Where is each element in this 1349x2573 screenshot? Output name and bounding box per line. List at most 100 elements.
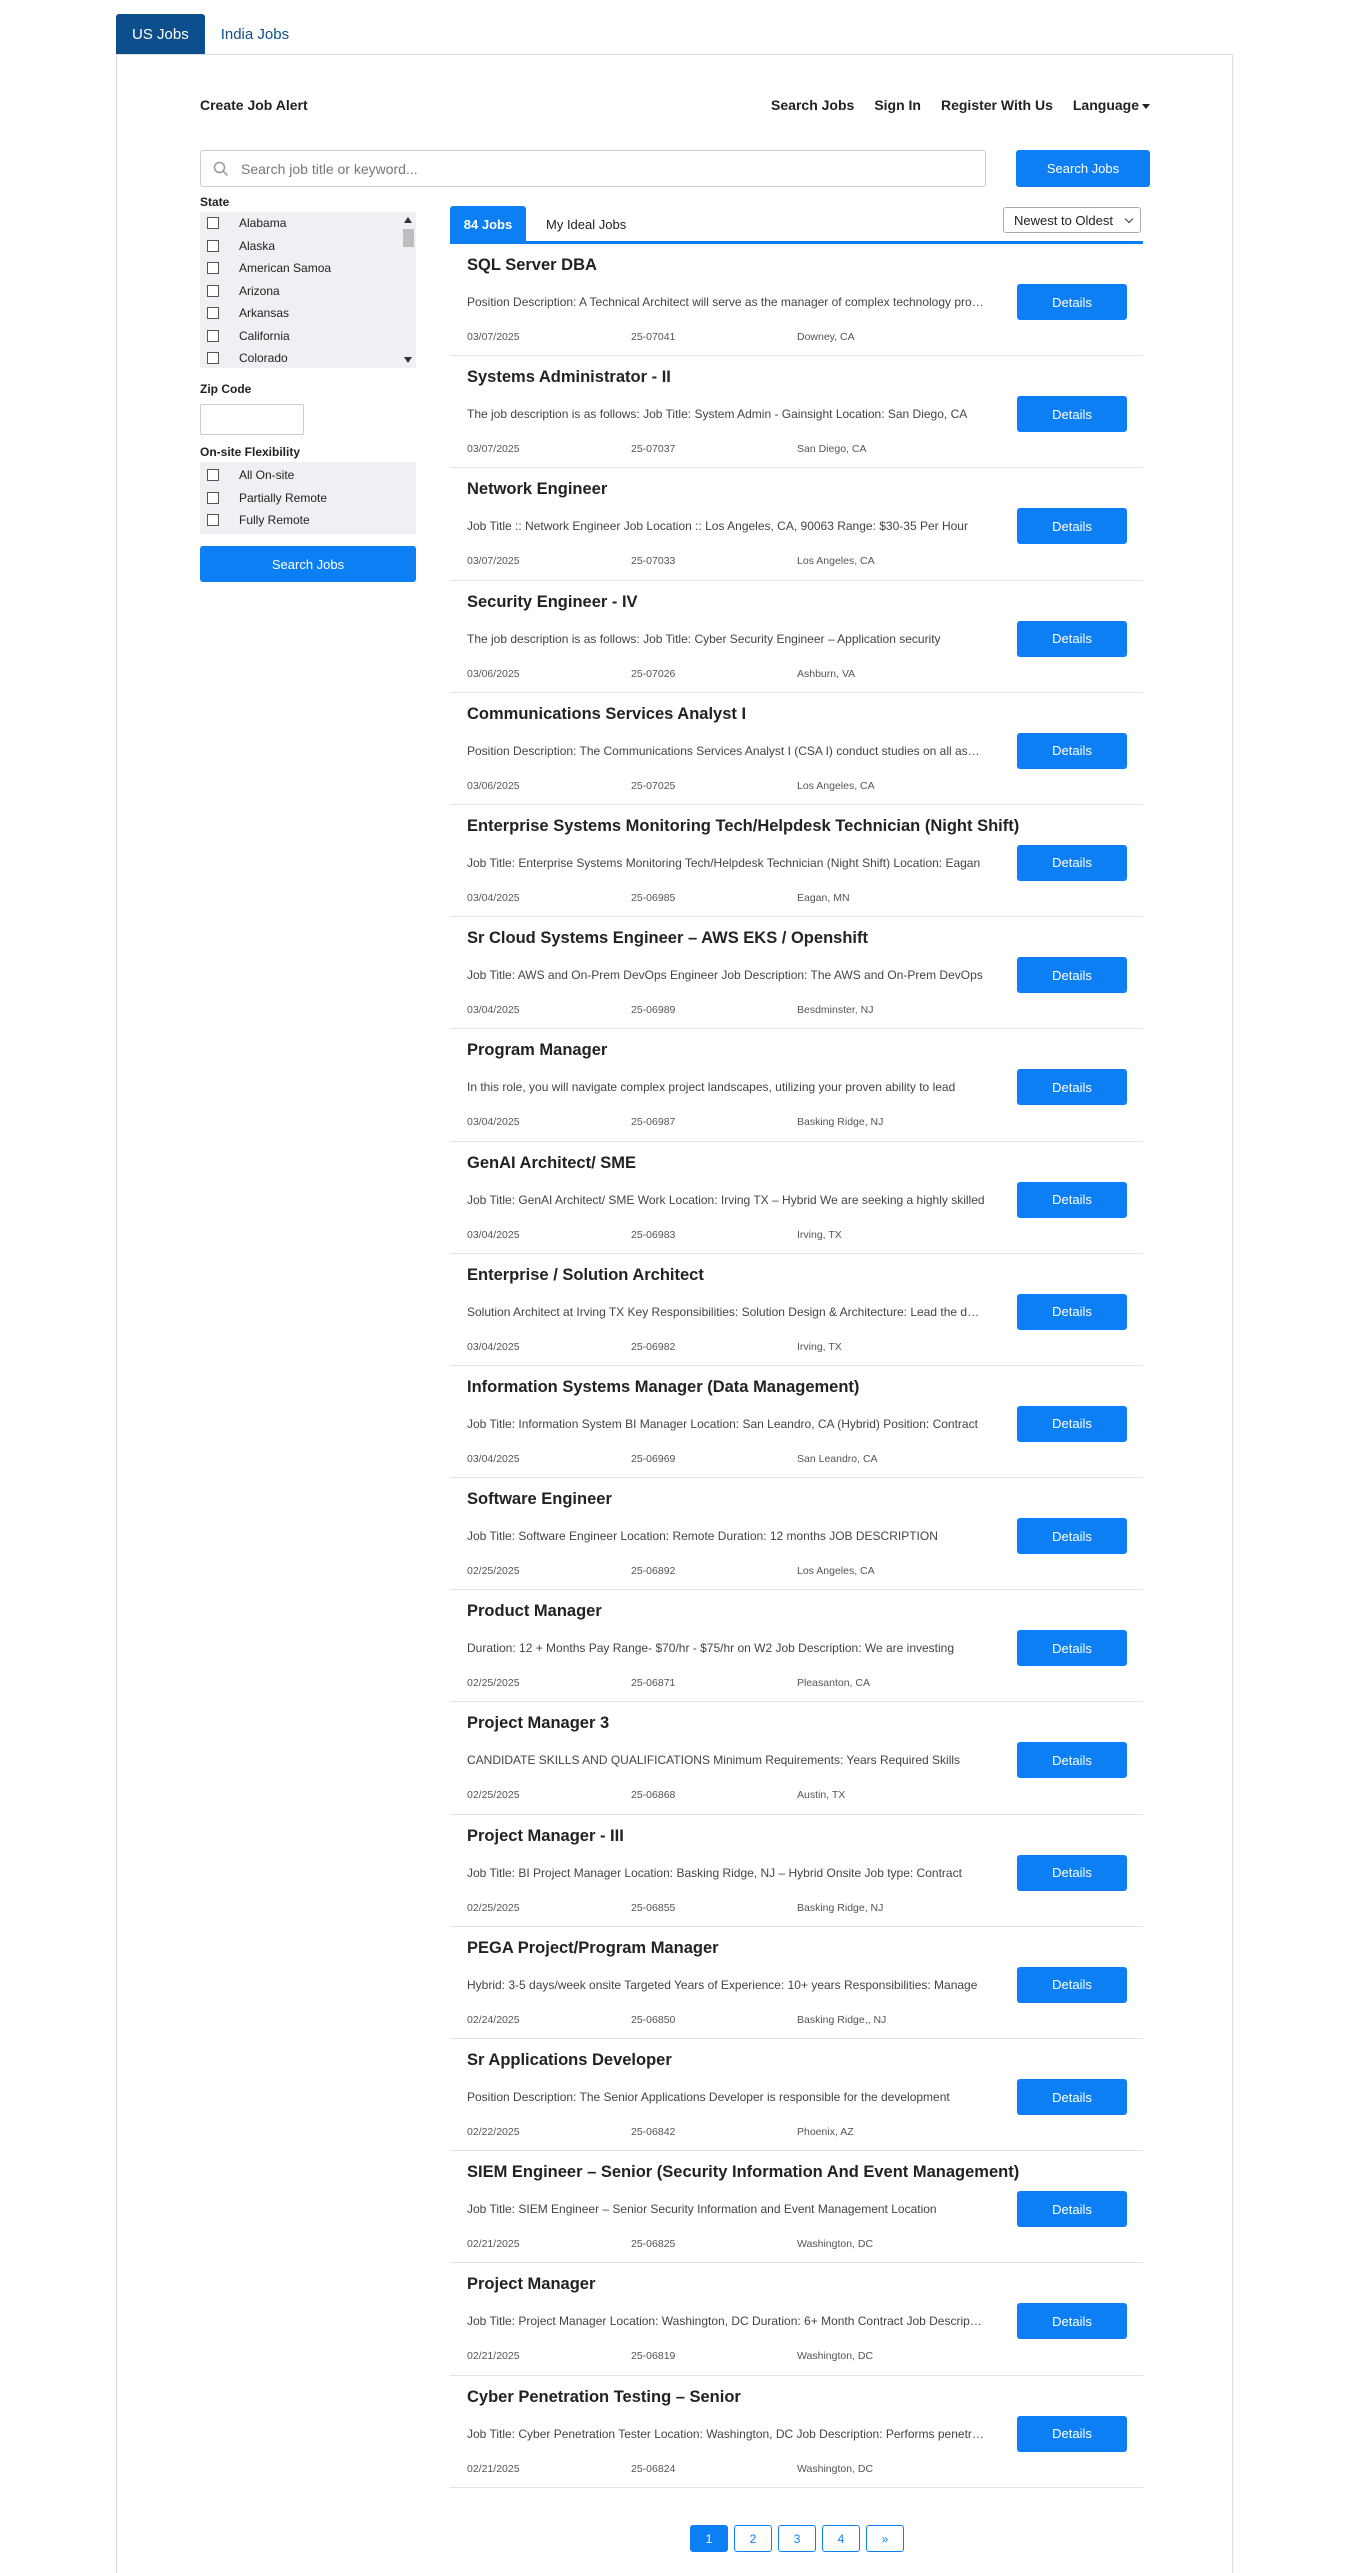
job-title[interactable]: Communications Services Analyst I <box>467 705 746 724</box>
checkbox[interactable] <box>207 352 219 365</box>
state-option[interactable]: Arkansas <box>200 302 416 325</box>
state-list-scrollbar[interactable] <box>401 212 416 368</box>
tab-my-ideal-jobs[interactable]: My Ideal Jobs <box>546 206 626 243</box>
job-title[interactable]: Network Engineer <box>467 480 607 499</box>
checkbox[interactable] <box>207 239 219 252</box>
job-date: 03/06/2025 <box>467 667 520 680</box>
zip-code-input[interactable] <box>200 404 304 435</box>
details-button[interactable]: Details <box>1017 1518 1127 1555</box>
create-job-alert-link[interactable]: Create Job Alert <box>200 97 308 113</box>
job-description: Hybrid: 3-5 days/week onsite Targeted Ye… <box>467 1977 978 1992</box>
checkbox[interactable] <box>207 329 219 342</box>
job-list: SQL Server DBA Position Description: A Te… <box>450 244 1143 2488</box>
page-button-2[interactable]: 2 <box>734 2525 772 2552</box>
search-jobs-link[interactable]: Search Jobs <box>771 97 854 113</box>
job-description: The job description is as follows: Job T… <box>467 407 968 422</box>
search-jobs-button[interactable]: Search Jobs <box>1016 150 1150 187</box>
job-title[interactable]: Program Manager <box>467 1041 607 1060</box>
sign-in-link[interactable]: Sign In <box>874 97 921 113</box>
details-button[interactable]: Details <box>1017 2415 1127 2452</box>
tab-us-jobs[interactable]: US Jobs <box>116 14 205 54</box>
job-card: Communications Services Analyst I Positio… <box>450 693 1143 805</box>
state-option[interactable]: Colorado <box>200 347 416 368</box>
scroll-up-arrow-icon[interactable] <box>404 217 412 223</box>
details-button[interactable]: Details <box>1017 2191 1127 2228</box>
job-location: Irving, TX <box>797 1340 842 1353</box>
job-card: Product Manager Duration: 12 + Months Pay… <box>450 1590 1143 1703</box>
job-title[interactable]: Project Manager - III <box>467 1827 624 1846</box>
flex-option[interactable]: Partially Remote <box>200 487 416 510</box>
job-location: Basking Ridge, NJ <box>797 1116 884 1129</box>
details-button[interactable]: Details <box>1017 1854 1127 1891</box>
details-button[interactable]: Details <box>1017 2303 1127 2340</box>
scroll-thumb[interactable] <box>403 229 414 247</box>
page-button-1[interactable]: 1 <box>690 2525 728 2552</box>
chevron-down-icon <box>1124 214 1134 224</box>
sort-select[interactable]: Newest to Oldest <box>1003 207 1141 233</box>
job-title[interactable]: Project Manager <box>467 2275 595 2294</box>
job-title[interactable]: Cyber Penetration Testing – Senior <box>467 2388 741 2407</box>
filter-sidebar: State Alabama Alaska American Samoa Ariz… <box>200 195 416 582</box>
search-input[interactable] <box>241 160 961 177</box>
details-button[interactable]: Details <box>1017 732 1127 769</box>
details-button[interactable]: Details <box>1017 620 1127 657</box>
job-title[interactable]: GenAI Architect/ SME <box>467 1154 636 1173</box>
details-button[interactable]: Details <box>1017 2079 1127 2115</box>
job-title[interactable]: Information Systems Manager (Data Manage… <box>467 1378 859 1397</box>
details-button[interactable]: Details <box>1017 1966 1127 2003</box>
job-date: 03/07/2025 <box>467 443 520 456</box>
language-dropdown[interactable]: Language <box>1073 97 1150 113</box>
job-id: 25-06989 <box>631 1004 676 1017</box>
checkbox[interactable] <box>207 491 219 504</box>
details-button[interactable]: Details <box>1017 1405 1127 1442</box>
page-button-4[interactable]: 4 <box>822 2525 860 2552</box>
checkbox[interactable] <box>207 284 219 297</box>
register-link[interactable]: Register With Us <box>941 97 1053 113</box>
details-button[interactable]: Details <box>1017 284 1127 320</box>
details-button[interactable]: Details <box>1017 957 1127 994</box>
flex-option[interactable]: Fully Remote <box>200 509 416 532</box>
job-title[interactable]: SIEM Engineer – Senior (Security Informa… <box>467 2163 1019 2182</box>
job-title[interactable]: Sr Applications Developer <box>467 2051 672 2070</box>
job-title[interactable]: SQL Server DBA <box>467 256 597 275</box>
details-button[interactable]: Details <box>1017 844 1127 881</box>
job-date: 02/25/2025 <box>467 1677 520 1690</box>
details-button[interactable]: Details <box>1017 1069 1127 1106</box>
tab-all-jobs[interactable]: 84 Jobs <box>450 206 526 243</box>
job-title[interactable]: Enterprise Systems Monitoring Tech/Helpd… <box>467 817 1019 836</box>
state-option[interactable]: American Samoa <box>200 257 416 280</box>
details-button[interactable]: Details <box>1017 508 1127 545</box>
state-option-label: Arkansas <box>239 306 290 321</box>
job-description: Job Title: GenAI Architect/ SME Work Loc… <box>467 1192 985 1207</box>
next-page-button[interactable]: » <box>866 2525 904 2552</box>
job-card: GenAI Architect/ SME Job Title: GenAI Arc… <box>450 1142 1143 1254</box>
state-option[interactable]: Alabama <box>200 212 416 235</box>
details-button[interactable]: Details <box>1017 1630 1127 1667</box>
details-button[interactable]: Details <box>1017 1293 1127 1330</box>
checkbox[interactable] <box>207 307 219 320</box>
details-button[interactable]: Details <box>1017 396 1127 433</box>
job-title[interactable]: PEGA Project/Program Manager <box>467 1939 719 1958</box>
job-title[interactable]: Product Manager <box>467 1602 602 1621</box>
job-title[interactable]: Project Manager 3 <box>467 1714 609 1733</box>
state-option[interactable]: California <box>200 325 416 348</box>
job-title[interactable]: Enterprise / Solution Architect <box>467 1266 704 1285</box>
job-title[interactable]: Systems Administrator - II <box>467 368 671 387</box>
details-button[interactable]: Details <box>1017 1181 1127 1218</box>
sidebar-search-button[interactable]: Search Jobs <box>200 546 416 582</box>
checkbox[interactable] <box>207 217 219 230</box>
flex-option[interactable]: All On-site <box>200 464 416 487</box>
details-button[interactable]: Details <box>1017 1742 1127 1779</box>
scroll-down-arrow-icon[interactable] <box>404 357 412 363</box>
checkbox[interactable] <box>207 469 219 482</box>
job-title[interactable]: Sr Cloud Systems Engineer – AWS EKS / Op… <box>467 929 868 948</box>
onsite-flexibility-label: On-site Flexibility <box>200 445 301 459</box>
checkbox[interactable] <box>207 262 219 275</box>
job-title[interactable]: Security Engineer - IV <box>467 593 638 612</box>
job-title[interactable]: Software Engineer <box>467 1490 612 1509</box>
state-option[interactable]: Arizona <box>200 280 416 303</box>
checkbox[interactable] <box>207 514 219 527</box>
state-option[interactable]: Alaska <box>200 235 416 258</box>
page-button-3[interactable]: 3 <box>778 2525 816 2552</box>
tab-india-jobs[interactable]: India Jobs <box>205 14 305 54</box>
